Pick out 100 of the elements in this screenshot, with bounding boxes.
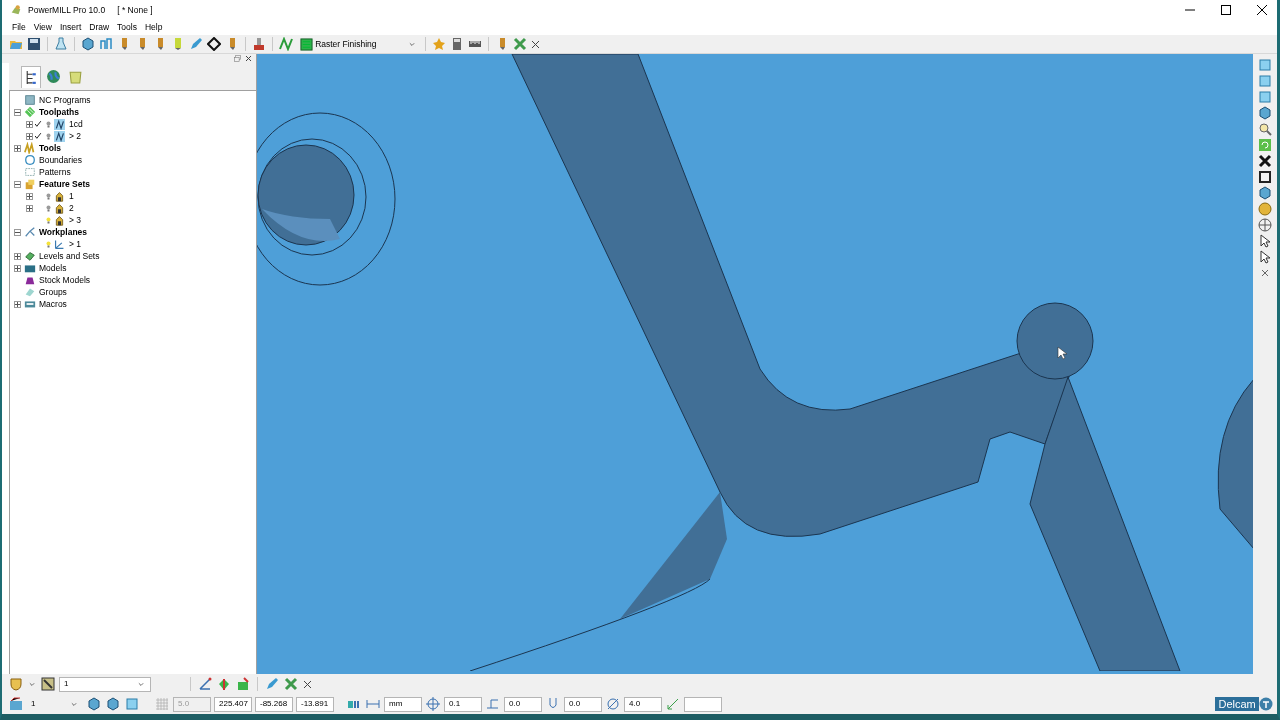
level-icon[interactable] — [41, 677, 55, 691]
flask-icon[interactable] — [54, 37, 68, 51]
tree-group-label[interactable]: Toolpaths — [39, 105, 79, 119]
tree-item[interactable]: Boundaries — [39, 153, 82, 167]
stepover-field[interactable] — [684, 696, 722, 712]
tree-item[interactable]: Models — [39, 261, 67, 275]
workplane-icon[interactable] — [9, 697, 23, 711]
tree-item[interactable]: 1 — [69, 189, 74, 203]
shield-icon[interactable] — [9, 677, 23, 691]
tree-item[interactable]: 1cd — [69, 117, 83, 131]
tick-icon[interactable] — [34, 120, 42, 128]
sphere-icon[interactable] — [1258, 202, 1272, 216]
expand-toggle[interactable] — [14, 300, 21, 308]
tree-item[interactable]: Patterns — [39, 165, 71, 179]
expand-toggle[interactable] — [14, 252, 21, 260]
stepover-icon[interactable] — [666, 697, 680, 711]
level-icon — [24, 250, 36, 262]
bin-icon — [67, 69, 83, 84]
tree-group-label[interactable]: Tools — [39, 141, 62, 155]
menu-item[interactable]: File — [8, 21, 30, 34]
y-coordinate-field[interactable]: -85.268 — [255, 696, 293, 712]
nc-program-icon — [24, 94, 36, 106]
tree-group-label[interactable]: Workplanes — [39, 225, 88, 239]
tolerance-field[interactable]: 0.1 — [444, 696, 482, 712]
tree-group-label[interactable]: Feature Sets — [39, 177, 91, 191]
pattern-icon — [24, 166, 36, 178]
tree-item[interactable]: Stock Models — [39, 273, 91, 287]
menu-item[interactable]: View — [29, 21, 56, 34]
tree-item[interactable]: Groups — [39, 285, 67, 299]
menu-item[interactable]: Help — [140, 21, 167, 34]
project-name: [ * None ] — [117, 3, 153, 17]
group-icon — [24, 286, 36, 298]
x-coordinate-field[interactable]: 225.407 — [214, 696, 252, 712]
menu-item[interactable]: Draw — [85, 21, 114, 34]
strategy-value: Raster Finishing — [315, 37, 377, 51]
thickness-field[interactable]: 0.0 — [504, 696, 542, 712]
model-icon — [24, 262, 36, 274]
tree-item[interactable]: 2 — [69, 201, 74, 215]
globe-icon[interactable] — [1258, 218, 1272, 232]
tick-icon[interactable] — [34, 132, 42, 140]
tree-item[interactable]: > 2 — [69, 129, 82, 143]
window-title: PowerMILL Pro 10.0 — [28, 3, 106, 17]
boundary-icon — [24, 154, 36, 166]
close-icon[interactable] — [1257, 5, 1267, 15]
units-field[interactable]: mm — [384, 696, 422, 712]
expand-toggle[interactable] — [14, 108, 21, 116]
toolpath-icon — [54, 130, 65, 142]
boundary-icon[interactable] — [99, 37, 113, 51]
menu-item[interactable]: Tools — [113, 21, 141, 34]
workplane-icon — [54, 238, 65, 250]
expand-toggle[interactable] — [26, 204, 33, 212]
close-icon[interactable] — [245, 55, 252, 62]
expand-toggle[interactable] — [14, 180, 21, 188]
select-icon[interactable] — [1258, 234, 1272, 248]
tree-item[interactable]: > 1 — [69, 237, 82, 251]
level-dropdown[interactable]: 1 — [59, 676, 151, 692]
expand-toggle[interactable] — [26, 120, 33, 128]
save-icon[interactable] — [27, 37, 41, 51]
iso-view-icon[interactable] — [1258, 58, 1272, 72]
tree-item[interactable]: > 3 — [69, 213, 82, 227]
tree-item[interactable]: Macros — [39, 297, 67, 311]
workplane-dropdown[interactable]: 1 — [27, 696, 83, 712]
tree-item[interactable]: Levels and Sets — [39, 249, 100, 263]
block-icon[interactable] — [81, 37, 95, 51]
expand-toggle[interactable] — [14, 264, 21, 272]
bulb-icon[interactable] — [45, 203, 52, 213]
side-view-icon[interactable] — [1258, 90, 1272, 104]
toolpath-icon[interactable] — [279, 37, 293, 51]
brand-logo-text: Delcam — [1215, 697, 1259, 711]
cursor-icon[interactable] — [1258, 250, 1272, 264]
calculator-icon[interactable] — [450, 37, 464, 51]
feature-set-icon — [24, 178, 36, 190]
bulb-icon[interactable] — [45, 191, 52, 201]
tree-item[interactable]: NC Programs — [39, 93, 91, 107]
explorer-tab[interactable] — [21, 65, 41, 88]
raster-icon — [300, 37, 313, 51]
diamond-icon[interactable] — [207, 37, 221, 51]
axial-thickness-icon[interactable] — [546, 697, 560, 711]
expand-toggle[interactable] — [26, 192, 33, 200]
cube-icon[interactable] — [1258, 106, 1272, 120]
tolerance-icon[interactable] — [426, 697, 440, 711]
shaded-icon[interactable] — [1258, 186, 1272, 200]
frame-icon[interactable] — [1258, 170, 1272, 184]
front-view-icon[interactable] — [1258, 74, 1272, 88]
zoom-icon[interactable] — [1258, 122, 1272, 136]
menu-item[interactable]: Insert — [56, 21, 86, 34]
expand-toggle[interactable] — [26, 132, 33, 140]
cross-icon[interactable] — [1258, 154, 1272, 168]
axial-thickness-field[interactable]: 0.0 — [564, 696, 602, 712]
expand-toggle[interactable] — [14, 228, 21, 236]
diameter-icon[interactable] — [606, 697, 620, 711]
feature-icon — [54, 190, 65, 202]
workplane-icon — [24, 226, 36, 238]
pencil-icon[interactable] — [265, 677, 279, 691]
stock-model-icon — [24, 274, 36, 286]
z-coordinate-field[interactable]: -13.891 — [296, 696, 334, 712]
machine-icon[interactable] — [252, 37, 266, 51]
maximize-icon[interactable] — [1221, 5, 1231, 15]
expand-toggle[interactable] — [14, 144, 21, 152]
diameter-field[interactable]: 4.0 — [624, 696, 662, 712]
